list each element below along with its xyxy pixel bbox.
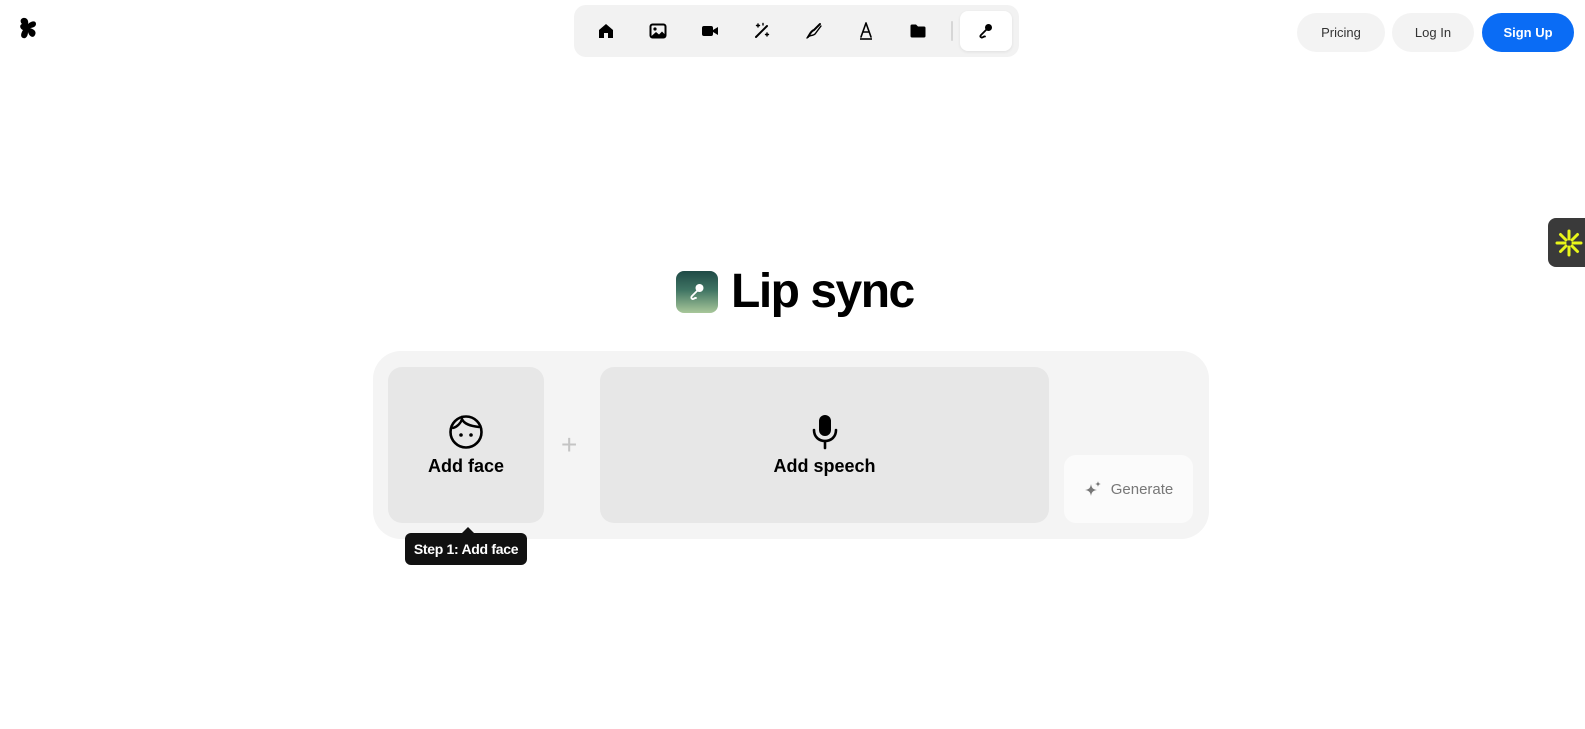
video-camera-icon[interactable]: [684, 11, 736, 51]
magic-wand-icon[interactable]: [736, 11, 788, 51]
home-icon[interactable]: [580, 11, 632, 51]
tool-switcher-bar: [574, 5, 1019, 57]
face-icon: [449, 414, 483, 449]
add-face-card[interactable]: Add face: [388, 367, 544, 523]
pricing-button[interactable]: Pricing: [1297, 13, 1385, 52]
step-tooltip: Step 1: Add face: [405, 527, 527, 565]
signup-button[interactable]: Sign Up: [1482, 13, 1574, 52]
sparkle-asterisk-icon: [1555, 229, 1583, 256]
image-icon[interactable]: [632, 11, 684, 51]
login-button[interactable]: Log In: [1392, 13, 1474, 52]
plus-sign: +: [561, 429, 578, 460]
microphone-icon: [812, 414, 837, 449]
generate-label: Generate: [1110, 480, 1174, 498]
add-speech-label: Add speech: [773, 455, 876, 476]
folder-icon[interactable]: [892, 11, 944, 51]
microphone-icon[interactable]: [960, 11, 1012, 51]
page-title: Lip sync: [731, 265, 915, 318]
page-title-group: Lip sync: [676, 265, 915, 318]
add-face-label: Add face: [427, 455, 505, 476]
pen-nib-icon[interactable]: [840, 11, 892, 51]
brand-logo-icon[interactable]: [20, 17, 38, 39]
toolbar-divider: [951, 21, 953, 41]
generate-button[interactable]: Generate: [1064, 455, 1193, 523]
microphone-app-icon: [676, 271, 718, 313]
assistant-widget-tab[interactable]: [1548, 218, 1585, 267]
pen-brush-icon[interactable]: [788, 11, 840, 51]
lip-sync-panel: Add face + Add speech Generate: [373, 351, 1209, 539]
add-speech-card[interactable]: Add speech: [600, 367, 1049, 523]
sparkles-icon: [1084, 480, 1101, 496]
